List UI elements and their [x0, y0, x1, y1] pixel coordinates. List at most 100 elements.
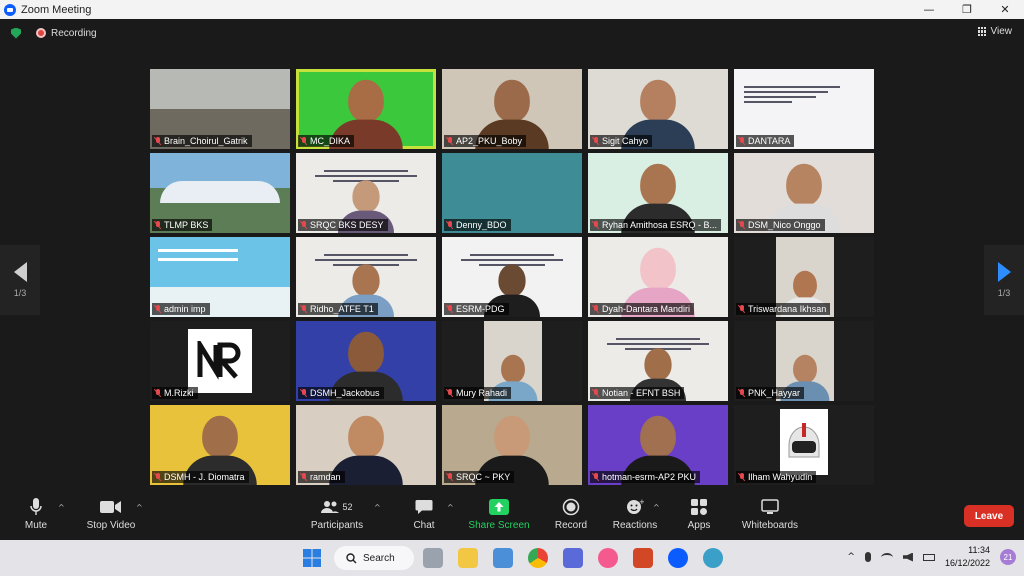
reactions-button[interactable]: + Reactions [599, 498, 671, 531]
participant-name: admin imp [164, 304, 206, 314]
wifi-icon[interactable] [880, 552, 893, 562]
participants-chevron-icon[interactable]: ^ [374, 503, 381, 512]
participant-tile[interactable]: DSMH - J. Diomatra [150, 405, 290, 485]
whiteboards-button[interactable]: Whiteboards [734, 498, 806, 531]
taskbar-search[interactable]: Search [334, 546, 414, 570]
participant-tile[interactable]: M.Rizki [150, 321, 290, 401]
minimize-button[interactable]: — [910, 0, 948, 19]
leave-button[interactable]: Leave [964, 505, 1014, 527]
participants-button[interactable]: 52 Participants [301, 498, 373, 531]
muted-mic-icon [739, 305, 745, 313]
participant-tile[interactable]: Dyah-Dantara Mandiri [588, 237, 728, 317]
participant-name-label: ESRM-PDG [444, 303, 509, 315]
muted-mic-icon [739, 473, 745, 481]
snipping-tool-icon[interactable] [563, 548, 583, 568]
volume-icon[interactable] [902, 552, 913, 562]
participant-tile[interactable]: Ridho_ATFE T1 [296, 237, 436, 317]
share-screen-button[interactable]: Share Screen [463, 498, 535, 531]
participant-tile[interactable]: Triswardana Ikhsan [734, 237, 874, 317]
participant-name-label: DSM_Nico Onggo [736, 219, 825, 231]
previous-page-button[interactable]: 1/3 [0, 245, 40, 315]
participant-tile[interactable]: MC_DIKA [296, 69, 436, 149]
apps-button[interactable]: Apps [663, 498, 735, 531]
reactions-label: Reactions [612, 520, 658, 531]
microphone-icon [30, 498, 42, 516]
participant-tile[interactable]: ramdan [296, 405, 436, 485]
participant-tile[interactable]: Mury Rahadi [442, 321, 582, 401]
powerpoint-icon[interactable] [633, 548, 653, 568]
date: 16/12/2022 [944, 558, 990, 568]
clock[interactable]: 11:34 16/12/2022 [945, 544, 990, 570]
close-button[interactable]: ✕ [986, 0, 1024, 19]
participant-name-label: Dyah-Dantara Mandiri [590, 303, 695, 315]
audio-options-chevron-icon[interactable]: ^ [58, 503, 65, 512]
participant-name: Sigit Cahyo [602, 136, 649, 146]
smiley-icon: + [626, 498, 644, 516]
participants-label: Participants [310, 520, 364, 531]
participant-tile[interactable]: DANTARA [734, 69, 874, 149]
security-shield-icon[interactable] [11, 27, 21, 39]
participant-tile[interactable]: Ryhan Amithosa ESRQ - B... [588, 153, 728, 233]
participant-name: AP2_PKU_Boby [456, 136, 523, 146]
notification-badge[interactable]: 21 [1000, 549, 1016, 565]
participant-name: ESRM-PDG [456, 304, 505, 314]
reactions-chevron-icon[interactable]: ^ [653, 503, 660, 512]
participant-tile[interactable]: Notian - EFNT BSH [588, 321, 728, 401]
participant-name-label: SRQC ~ PKY [444, 471, 515, 483]
window-title: Zoom Meeting [21, 3, 92, 16]
participant-tile[interactable]: SRQC ~ PKY [442, 405, 582, 485]
file-explorer-icon[interactable] [458, 548, 478, 568]
participant-name: Ilham Wahyudin [748, 472, 813, 482]
participant-tile[interactable]: admin imp [150, 237, 290, 317]
participant-tile[interactable]: AP2_PKU_Boby [442, 69, 582, 149]
record-button[interactable]: Record [535, 498, 607, 531]
recording-icon [36, 28, 46, 38]
chat-chevron-icon[interactable]: ^ [447, 503, 454, 512]
participant-name: ramdan [310, 472, 341, 482]
participant-tile[interactable]: ESRM-PDG [442, 237, 582, 317]
participant-name: TLMP BKS [164, 220, 209, 230]
participant-name: hotman-esrm-AP2 PKU [602, 472, 697, 482]
participant-name-label: Mury Rahadi [444, 387, 512, 399]
zoom-taskbar-icon[interactable] [668, 548, 688, 568]
participant-tile[interactable]: DSMH_Jackobus [296, 321, 436, 401]
participant-name: MC_DIKA [310, 136, 351, 146]
chat-bubble-icon [415, 498, 433, 516]
participants-count: 52 [342, 502, 353, 512]
view-button[interactable]: View [977, 26, 1012, 37]
windows-taskbar: Search ^ 11:34 16/12/2022 21 [0, 540, 1024, 576]
share-screen-icon [489, 498, 509, 516]
record-icon [562, 498, 580, 516]
participant-name-label: Triswardana Ikhsan [736, 303, 831, 315]
participant-tile[interactable]: TLMP BKS [150, 153, 290, 233]
whiteboards-label: Whiteboards [741, 520, 799, 531]
arrow-left-icon [13, 262, 27, 282]
battery-icon[interactable] [922, 553, 935, 561]
windows-start-icon[interactable] [302, 548, 322, 568]
chevron-up-icon[interactable]: ^ [847, 552, 855, 562]
participant-tile[interactable]: SRQC BKS DESY [296, 153, 436, 233]
globe-icon[interactable] [703, 548, 723, 568]
participant-tile[interactable]: Denny_BDO [442, 153, 582, 233]
participant-tile[interactable]: hotman-esrm-AP2 PKU [588, 405, 728, 485]
store-icon[interactable] [493, 548, 513, 568]
participant-tile[interactable]: Sigit Cahyo [588, 69, 728, 149]
participant-tile[interactable]: PNK_Hayyar [734, 321, 874, 401]
participant-tile[interactable]: DSM_Nico Onggo [734, 153, 874, 233]
svg-text:+: + [639, 498, 644, 506]
participant-tile[interactable]: Brain_Choirul_Gatrik [150, 69, 290, 149]
recording-label: Recording [51, 27, 97, 39]
participant-name-label: M.Rizki [152, 387, 198, 399]
video-options-chevron-icon[interactable]: ^ [136, 503, 143, 512]
music-icon[interactable] [598, 548, 618, 568]
video-camera-icon [100, 498, 122, 516]
next-page-button[interactable]: 1/3 [984, 245, 1024, 315]
participant-name: DSM_Nico Onggo [748, 220, 821, 230]
task-view-icon[interactable] [423, 548, 443, 568]
muted-mic-icon [593, 137, 599, 145]
tray-microphone-icon[interactable] [864, 552, 871, 562]
chrome-icon[interactable] [528, 548, 548, 568]
participant-tile[interactable]: Ilham Wahyudin [734, 405, 874, 485]
participant-name: DSMH_Jackobus [310, 388, 380, 398]
maximize-button[interactable]: ❐ [948, 0, 986, 19]
